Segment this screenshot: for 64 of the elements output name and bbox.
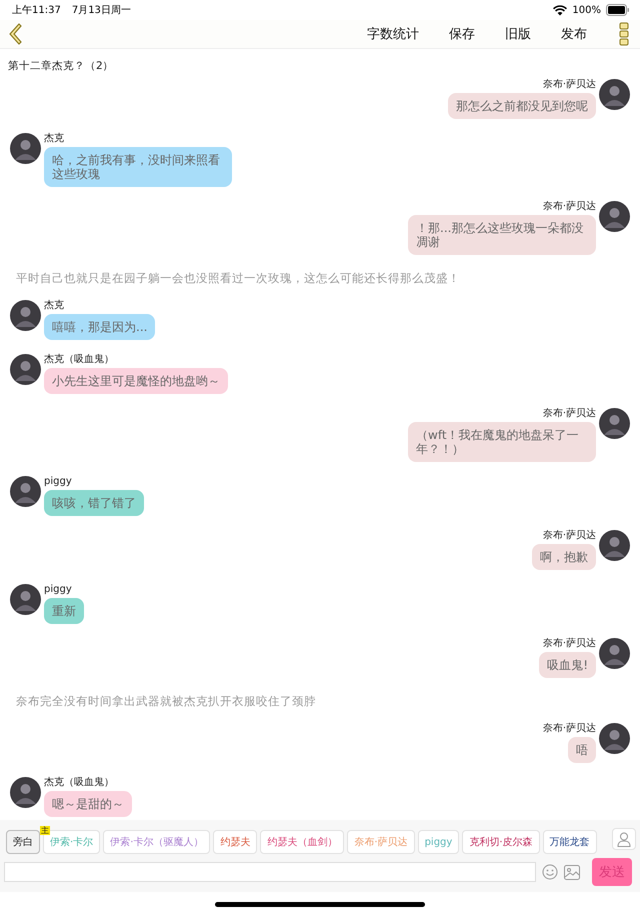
message-bubble: 嘻嘻，那是因为... (44, 314, 156, 340)
message-bubble: 小先生这里可是魔怪的地盘哟～ (44, 368, 228, 394)
back-icon (8, 23, 22, 45)
message-bubble: 嗯～是甜的～ (44, 791, 132, 817)
avatar (10, 300, 41, 331)
main-badge: 主 (40, 826, 50, 835)
message-bubble: 重新 (44, 598, 84, 624)
sender-name: 奈布·萨贝达 (542, 638, 596, 649)
status-date: 7月13日周一 (72, 4, 131, 17)
emoji-icon[interactable] (542, 864, 558, 880)
character-chip[interactable]: 万能龙套 (542, 830, 596, 854)
sender-name: 杰克 (44, 300, 64, 311)
wifi-icon (553, 4, 568, 16)
avatar (599, 408, 630, 439)
character-chip[interactable]: 伊索·卡尔（驱魔人） (103, 830, 210, 854)
toolbar-button[interactable]: 发布 (546, 25, 602, 43)
message-bubble: ！那...那怎么这些玫瑰一朵都没凋谢 (408, 215, 596, 255)
person-button[interactable] (612, 828, 636, 850)
sender-name: 奈布·萨贝达 (542, 201, 596, 212)
sender-name: 奈布·萨贝达 (542, 530, 596, 541)
message-bubble: 吸血鬼! (539, 652, 596, 678)
character-chip[interactable]: 约瑟夫 (213, 830, 258, 854)
avatar (10, 354, 41, 385)
toolbar-button[interactable]: 旧版 (490, 25, 546, 43)
character-chip[interactable]: 旁白 (6, 830, 40, 854)
status-time: 上午11:37 (12, 4, 61, 17)
avatar (10, 777, 41, 808)
message-bubble: 哈，之前我有事，没时间来照看这些玫瑰 (44, 147, 232, 187)
avatar (599, 638, 630, 669)
avatar (599, 530, 630, 561)
avatar (599, 79, 630, 110)
message-bubble: 咳咳，错了错了 (44, 490, 144, 516)
sender-name: piggy (44, 584, 72, 595)
toolbar-button[interactable]: 保存 (434, 25, 490, 43)
avatar (10, 584, 41, 615)
avatar (10, 133, 41, 164)
sender-name: 杰克（吸血鬼） (44, 777, 114, 788)
more-icon (618, 22, 630, 46)
sender-name: 杰克 (44, 133, 64, 144)
toolbar-button[interactable]: 字数统计 (352, 25, 434, 43)
message-bubble: 啊，抱歉 (532, 544, 596, 570)
back-button[interactable] (8, 23, 22, 45)
message-input[interactable] (4, 862, 536, 882)
battery-percent: 100% (572, 4, 601, 16)
avatar (599, 201, 630, 232)
narration-text: 平时自己也就只是在园子躺一会也没照看过一次玫瑰，这怎么可能还长得那么茂盛！ (15, 270, 461, 287)
message-bubble: 那怎么之前都没见到您呢 (448, 93, 596, 119)
character-chip[interactable]: 克利切·皮尔森 (462, 830, 540, 854)
message-bubble: （wft！我在魔鬼的地盘呆了一年？！） (408, 422, 596, 462)
sender-name: 奈布·萨贝达 (542, 79, 596, 90)
message-bubble: 唔 (568, 737, 596, 763)
image-icon[interactable] (564, 864, 580, 880)
avatar (10, 476, 41, 507)
battery-icon (606, 4, 630, 16)
character-chip[interactable]: 约瑟夫（血剑） (260, 830, 344, 854)
sender-name: 杰克（吸血鬼） (44, 354, 114, 365)
more-button[interactable] (618, 22, 630, 46)
sender-name: 奈布·萨贝达 (542, 723, 596, 734)
avatar (599, 723, 630, 754)
person-icon (617, 832, 631, 846)
sender-name: 奈布·萨贝达 (542, 408, 596, 419)
chapter-title: 第十二章杰克？（2） (7, 59, 115, 74)
narration-text: 奈布完全没有时间拿出武器就被杰克扒开衣服咬住了颈脖 (15, 693, 317, 710)
sender-name: piggy (44, 476, 72, 487)
